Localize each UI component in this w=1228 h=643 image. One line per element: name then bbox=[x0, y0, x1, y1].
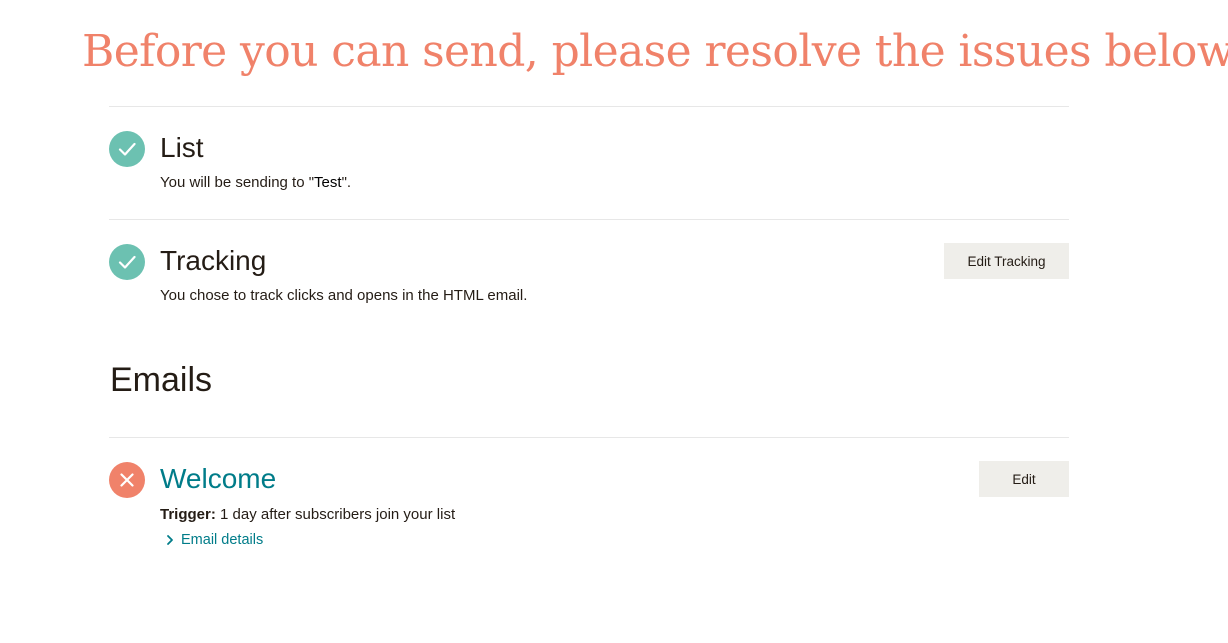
divider bbox=[109, 219, 1069, 220]
email-details-toggle[interactable]: Email details bbox=[165, 532, 263, 548]
trigger-label: Trigger: bbox=[160, 506, 216, 523]
list-description: You will be sending to "Test". bbox=[160, 174, 352, 191]
list-name: Test bbox=[314, 174, 342, 191]
chevron-right-icon bbox=[165, 534, 175, 546]
page-headline: Before you can send, please resolve the … bbox=[82, 26, 1228, 77]
divider bbox=[109, 437, 1069, 438]
list-status-check-icon bbox=[109, 131, 145, 167]
edit-tracking-button[interactable]: Edit Tracking bbox=[944, 243, 1069, 279]
edit-email-button[interactable]: Edit bbox=[979, 461, 1069, 497]
email-trigger: Trigger: 1 day after subscribers join yo… bbox=[160, 505, 455, 525]
tracking-description: You chose to track clicks and opens in t… bbox=[160, 287, 528, 304]
send-checklist-page: Before you can send, please resolve the … bbox=[0, 0, 1228, 643]
trigger-value: 1 day after subscribers join your list bbox=[215, 506, 456, 523]
welcome-status-x-icon bbox=[109, 462, 145, 498]
emails-heading: Emails bbox=[110, 361, 213, 399]
tracking-title: Tracking bbox=[160, 245, 267, 276]
email-details-label: Email details bbox=[181, 532, 264, 548]
tracking-status-check-icon bbox=[109, 244, 145, 280]
divider bbox=[109, 106, 1069, 107]
list-title: List bbox=[160, 132, 204, 163]
email-title-link[interactable]: Welcome bbox=[160, 462, 276, 496]
